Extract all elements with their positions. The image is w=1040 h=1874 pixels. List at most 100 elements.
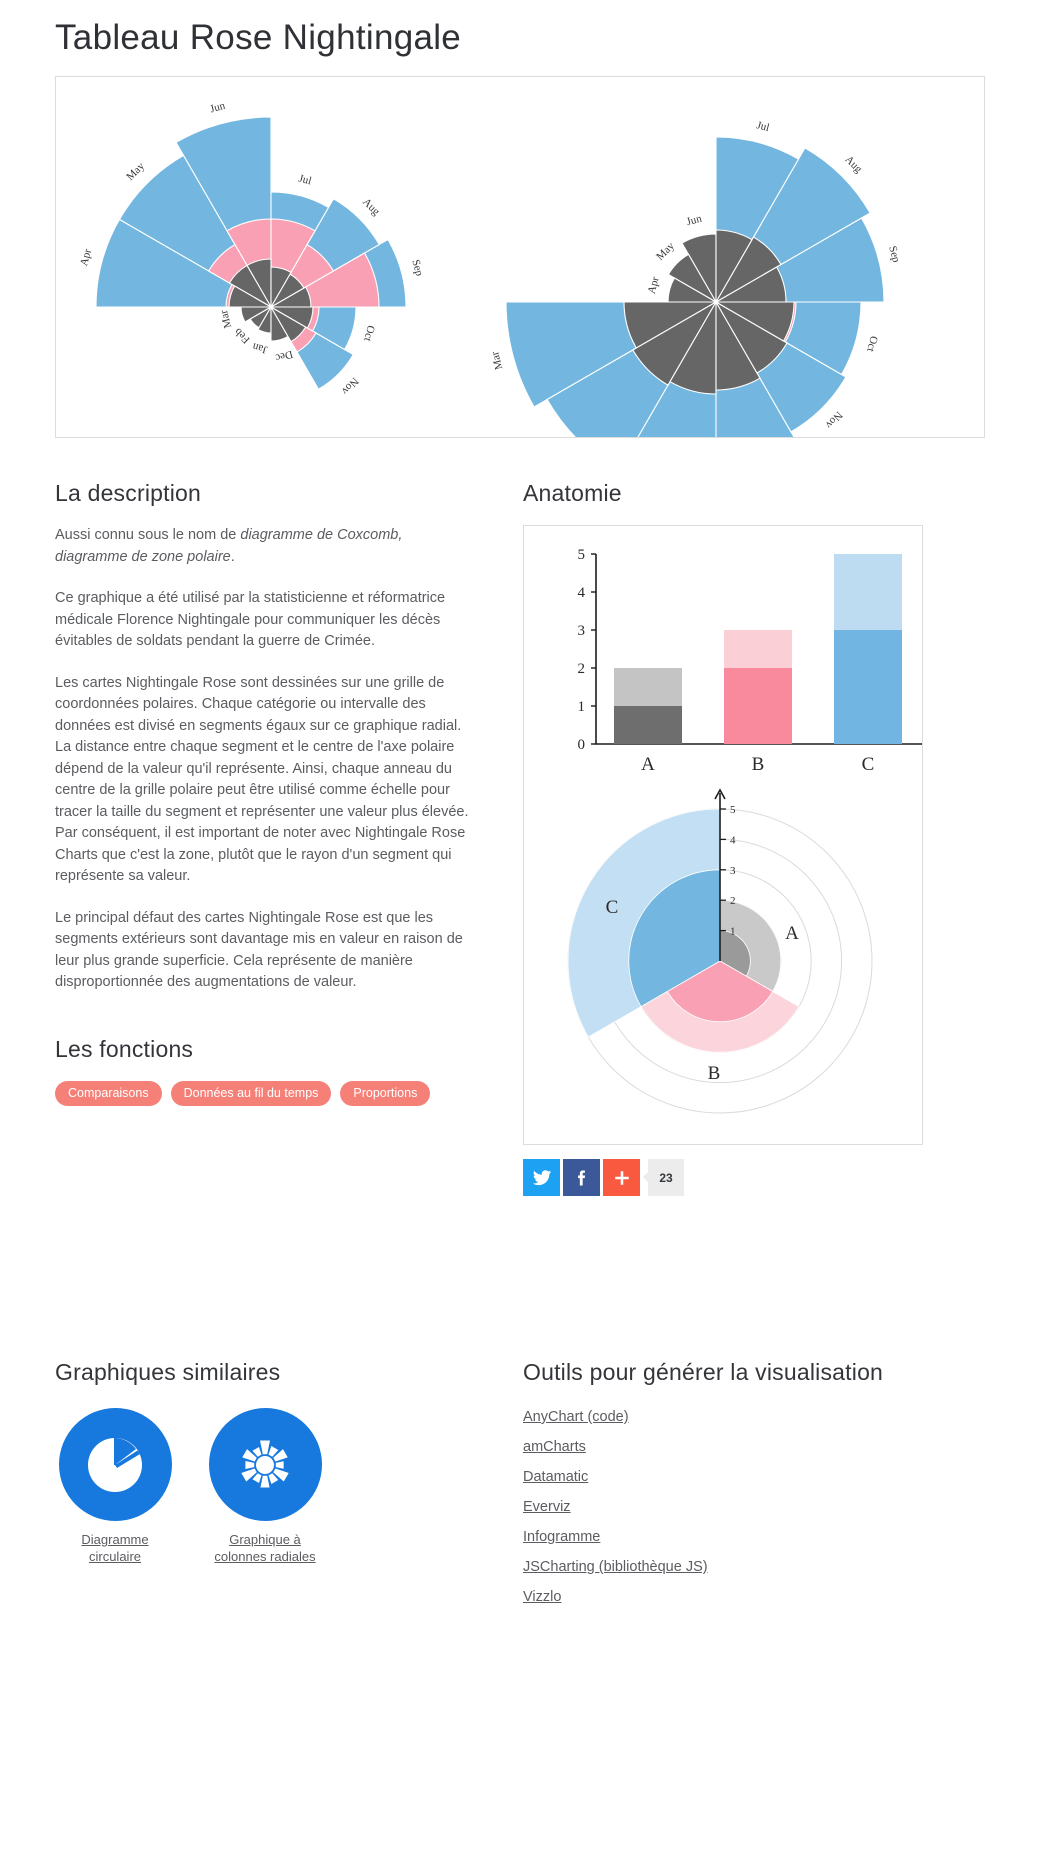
polar-category-label: C — [606, 897, 619, 918]
similar-charts-heading: Graphiques similaires — [55, 1359, 281, 1385]
bar-inner-segment — [614, 706, 682, 744]
tool-link[interactable]: AnyChart (code) — [523, 1409, 629, 1425]
similar-chart-pie-label[interactable]: Diagramme circulaire — [55, 1531, 175, 1565]
anatomy-heading: Anatomie — [523, 480, 622, 506]
bar-y-tick-label: 3 — [578, 623, 586, 639]
anatomy-chart-panel: 0 1 2 3 4 5 A B C 1 2 3 4 5 A B C — [523, 525, 923, 1145]
polar-category-label: A — [785, 923, 799, 944]
tool-link[interactable]: Everviz — [523, 1499, 571, 1515]
tool-list-item: JSCharting (bibliothèque JS) — [523, 1558, 923, 1576]
rose-month-label: Jun — [209, 100, 227, 116]
rose-month-label: Mar — [489, 350, 505, 371]
rose-month-label: Jan — [251, 340, 269, 356]
feature-tag-list: Comparaisons Données au fil du temps Propo… — [55, 1080, 470, 1106]
twitter-share-button[interactable] — [523, 1159, 560, 1196]
description-paragraph-2: Ce graphique a été utilisé par la statis… — [55, 590, 446, 649]
nightingale-rose-left: Jun May Apr MarFebJan Dec Nov Oct Sep Aug Jul — [78, 100, 425, 397]
polar-r-tick-label: 2 — [730, 895, 736, 907]
anatomy-svg: 0 1 2 3 4 5 A B C 1 2 3 4 5 A B C — [567, 547, 922, 1114]
similar-charts-list: Diagramme circulaire Graphique à colonne… — [55, 1408, 470, 1565]
similar-chart-radial-label[interactable]: Graphique à colonnes radiales — [205, 1531, 325, 1565]
rose-month-label: May — [654, 240, 677, 263]
tool-link[interactable]: JSCharting (bibliothèque JS) — [523, 1559, 708, 1575]
tool-list-item: Datamatic — [523, 1468, 923, 1486]
bar-y-tick-label: 0 — [578, 737, 586, 753]
plus-icon — [614, 1170, 629, 1185]
facebook-share-button[interactable] — [563, 1159, 600, 1196]
features-heading: Les fonctions — [55, 1035, 194, 1062]
polar-r-tick-label: 3 — [730, 865, 736, 877]
rose-month-label: Sep — [886, 245, 902, 265]
nightingale-rose-right: JunMayAprMarFebJanDecNovOctSepAugJul — [489, 119, 902, 437]
polar-r-tick-label: 1 — [730, 926, 736, 938]
body-columns: La description Aussi connu sous le nom d… — [55, 480, 985, 1196]
twitter-icon — [532, 1169, 551, 1185]
feature-tag[interactable]: Comparaisons — [55, 1080, 162, 1106]
rose-month-label: Apr — [78, 247, 94, 267]
similar-charts-column: Graphiques similaires Diagramme circulai… — [55, 1359, 470, 1565]
description-paragraph-4: Le principal défaut des cartes Nightinga… — [55, 909, 463, 991]
bar-inner-segment — [724, 668, 792, 744]
rose-month-label: Jul — [755, 119, 771, 134]
anatomy-stacked-bar: 0 1 2 3 4 5 A B C — [578, 547, 922, 775]
page-title: Tableau Rose Nightingale — [55, 18, 462, 57]
tool-list-item: Infogramme — [523, 1528, 923, 1546]
feature-tag[interactable]: Données au fil du temps — [170, 1080, 332, 1106]
rose-month-label: Oct — [361, 324, 377, 342]
rose-month-label: Aug — [843, 154, 865, 176]
tool-list-item: amCharts — [523, 1438, 923, 1456]
rose-month-label: Oct — [864, 335, 880, 353]
hero-chart-panel: Jun May Apr Mar Feb Jan Dec Nov Oct Sep Aug Jul Jun… — [55, 76, 985, 438]
feature-tag[interactable]: Proportions — [340, 1080, 431, 1106]
bar-category-label: C — [862, 754, 875, 775]
rose-month-label: Aug — [360, 196, 382, 218]
bar-y-tick-label: 5 — [578, 547, 586, 563]
tool-link[interactable]: Infogramme — [523, 1529, 600, 1545]
rose-month-label: Jun — [685, 213, 703, 229]
description-paragraph-1: Aussi connu sous le nom de diagramme de … — [55, 525, 470, 568]
similar-chart-radial[interactable]: Graphique à colonnes radiales — [205, 1408, 325, 1565]
rose-month-label: Nov — [339, 375, 361, 397]
bar-category-label: B — [752, 754, 765, 775]
polar-r-tick-label: 4 — [730, 834, 736, 846]
description-paragraph-3: Les cartes Nightingale Rose sont dessiné… — [55, 674, 469, 885]
footer-columns: Graphiques similaires Diagramme circulai… — [55, 1359, 985, 1618]
description-heading: La description — [55, 480, 201, 506]
rose-month-label: Apr — [646, 275, 662, 295]
pie-chart-icon-circle — [58, 1408, 172, 1521]
share-count-badge: 23 — [643, 1159, 684, 1196]
tools-column: Outils pour générer la visualisation Any… — [523, 1359, 923, 1618]
tool-list-item: Vizzlo — [523, 1588, 923, 1606]
tool-link[interactable]: Vizzlo — [523, 1589, 561, 1605]
more-share-button[interactable] — [603, 1159, 640, 1196]
rose-month-label: Sep — [409, 258, 425, 278]
bar-y-tick-label: 4 — [578, 585, 586, 601]
similar-chart-pie[interactable]: Diagramme circulaire — [55, 1408, 175, 1565]
anatomy-column: Anatomie 012345ABC 12345ABC 23 — [523, 480, 923, 1196]
social-share-row: 23 — [523, 1159, 923, 1196]
bar-category-label: A — [641, 754, 655, 775]
tool-link[interactable]: Datamatic — [523, 1469, 588, 1485]
tool-list-item: AnyChart (code) — [523, 1408, 923, 1426]
tools-list: AnyChart (code) amCharts Datamatic Everviz I… — [523, 1408, 923, 1606]
desc-p1-prefix: Aussi connu sous le nom de — [55, 527, 241, 543]
bar-y-tick-label: 1 — [578, 699, 586, 715]
desc-p1-suffix: . — [230, 548, 235, 565]
rose-month-label: Nov — [822, 409, 844, 431]
rose-month-label: Mar — [218, 308, 234, 329]
tool-list-item: Everviz — [523, 1498, 923, 1516]
bar-y-tick-label: 2 — [578, 661, 586, 677]
polar-category-label: B — [708, 1063, 721, 1084]
tool-link[interactable]: amCharts — [523, 1439, 586, 1455]
radial-column-icon-circle — [208, 1408, 322, 1521]
bar-inner-segment — [834, 630, 902, 744]
facebook-icon — [577, 1170, 585, 1185]
rose-month-label: Jul — [297, 173, 313, 188]
description-column: La description Aussi connu sous le nom d… — [55, 480, 470, 1106]
rose-month-label: Feb — [232, 325, 253, 346]
rose-month-label: May — [124, 160, 147, 183]
page-root: Tableau Rose Nightingale Jun May Apr Mar Feb… — [0, 18, 1040, 1618]
rose-month-label: Dec — [274, 348, 294, 364]
polar-r-tick-label: 5 — [730, 804, 736, 816]
pie-chart-icon — [88, 1437, 142, 1492]
